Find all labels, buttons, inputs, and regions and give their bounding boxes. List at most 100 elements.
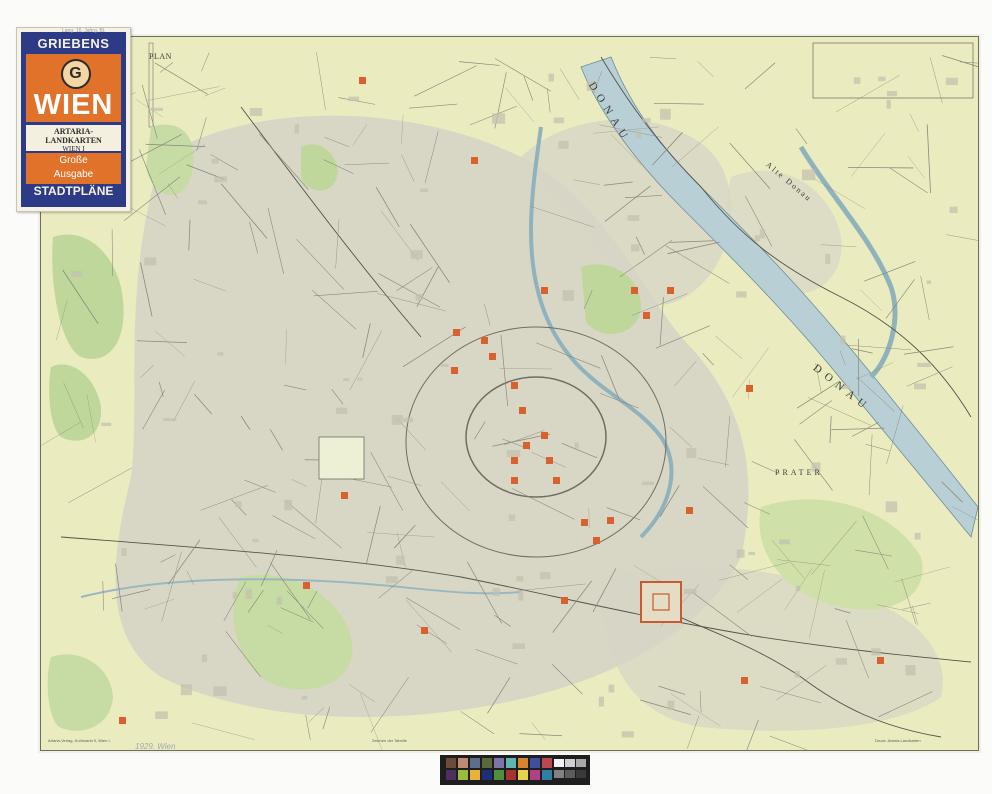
city-map[interactable] — [41, 37, 978, 750]
color-swatch — [542, 758, 552, 768]
building-block — [198, 200, 207, 205]
street — [649, 57, 676, 60]
color-swatch — [494, 770, 504, 780]
building-block — [508, 514, 516, 522]
landmark-building — [359, 77, 366, 84]
street — [316, 51, 326, 110]
color-swatch — [458, 758, 468, 768]
street — [414, 65, 477, 97]
building-block — [518, 590, 524, 601]
landmark-building — [523, 442, 530, 449]
building-block — [403, 417, 414, 423]
building-block — [249, 108, 263, 116]
landmark-building — [553, 477, 560, 484]
landmark-building — [451, 367, 458, 374]
pencil-annotation: 1929. Wien — [135, 742, 176, 751]
building-block — [794, 670, 800, 678]
street — [460, 711, 495, 735]
street — [744, 62, 776, 90]
building-block — [410, 250, 423, 259]
building-block — [385, 576, 398, 584]
color-swatch — [470, 758, 480, 768]
landmark-building — [561, 597, 568, 604]
landmark-building — [541, 287, 548, 294]
building-block — [201, 654, 208, 663]
gray-step — [554, 759, 564, 767]
gray-step — [554, 770, 564, 778]
building-block — [825, 253, 831, 264]
cover-edition: Große Ausgabe — [26, 153, 121, 184]
street — [902, 602, 931, 610]
building-block — [144, 257, 157, 266]
landmark-building — [453, 329, 460, 336]
landmark-building — [607, 517, 614, 524]
color-swatch — [446, 758, 456, 768]
color-swatch — [542, 770, 552, 780]
building-block — [686, 448, 697, 459]
building-block — [415, 294, 423, 301]
street — [409, 103, 458, 109]
building-block — [217, 352, 224, 356]
pencil-annotation-top: Lang. 16. Jahrg. Bl. — [62, 28, 106, 34]
building-block — [391, 414, 403, 425]
color-calibration-target — [440, 755, 590, 785]
street — [799, 400, 833, 425]
landmark-building — [631, 287, 638, 294]
map-title-fragment: PLAN — [149, 52, 172, 61]
building-block — [926, 280, 932, 285]
landmark-building — [686, 507, 693, 514]
building-block — [180, 684, 192, 696]
building-block — [558, 140, 569, 149]
color-swatch — [518, 770, 528, 780]
building-block — [886, 91, 898, 97]
building-block — [492, 588, 501, 596]
landmark-building — [481, 337, 488, 344]
building-block — [574, 442, 579, 449]
gray-step — [576, 770, 586, 778]
street — [926, 124, 931, 193]
street — [702, 353, 715, 366]
landmark-building — [541, 432, 548, 439]
color-swatch — [506, 770, 516, 780]
landmark-building — [741, 677, 748, 684]
building-block — [284, 499, 293, 511]
building-block — [343, 378, 350, 382]
edition-label: Große Ausgabe — [53, 155, 94, 180]
building-block — [627, 215, 640, 221]
street — [192, 722, 255, 740]
street — [907, 155, 925, 179]
building-block — [211, 158, 219, 164]
building-block — [945, 77, 958, 86]
landmark-building — [511, 457, 518, 464]
street — [865, 443, 890, 452]
landmark-building — [303, 582, 310, 589]
building-block — [642, 118, 651, 123]
building-block — [506, 449, 521, 458]
building-block — [548, 73, 555, 82]
landmark-building — [519, 407, 526, 414]
building-block — [914, 532, 921, 540]
building-block — [754, 235, 760, 242]
palace-grounds — [318, 436, 365, 480]
street — [459, 61, 500, 66]
building-block — [214, 176, 227, 183]
building-block — [276, 596, 283, 605]
building-block — [336, 407, 348, 414]
landmark-building — [593, 537, 600, 544]
building-block — [748, 551, 755, 555]
building-block — [213, 686, 227, 696]
color-swatch — [518, 758, 528, 768]
gray-step — [565, 759, 575, 767]
street — [204, 87, 226, 97]
cover-city-title: WIEN — [33, 89, 114, 121]
landmark-building — [546, 457, 553, 464]
street — [102, 581, 104, 611]
street — [559, 68, 580, 100]
color-swatch — [446, 770, 456, 780]
landmark-building — [119, 717, 126, 724]
street — [697, 61, 714, 77]
footer-imprint: Artaria-Verlag, Kohlmarkt 9, Wien I. — [48, 738, 111, 743]
street — [154, 62, 208, 95]
building-block — [71, 271, 83, 278]
map-cover: GRIEBENS G WIEN ARTARIA-LANDKARTEN WIEN … — [16, 27, 131, 212]
